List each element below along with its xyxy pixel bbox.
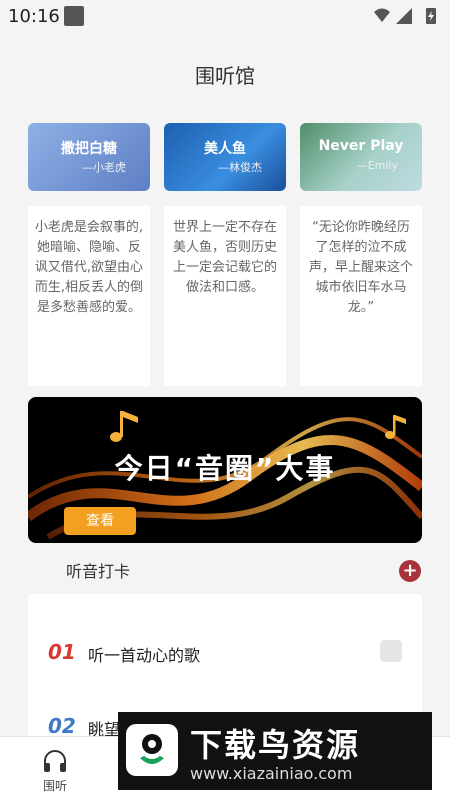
notification-icon bbox=[64, 6, 84, 26]
card-quote: 世界上一定不存在美人鱼，否则历史上一定会记载它的做法和口感。 bbox=[164, 206, 286, 386]
signal-icon bbox=[396, 8, 412, 24]
plus-icon: + bbox=[402, 560, 418, 581]
headphones-icon bbox=[44, 750, 66, 772]
music-note-icon bbox=[110, 411, 138, 442]
card-artist: —Emily bbox=[356, 159, 398, 172]
checkin-title: 听音打卡 bbox=[66, 562, 131, 581]
view-button[interactable]: 查看 bbox=[64, 507, 136, 535]
card-title: 撒把白糖 bbox=[61, 141, 117, 157]
card-banner[interactable]: 撒把白糖 —小老虎 bbox=[28, 123, 150, 191]
card-title: Never Play bbox=[318, 138, 404, 154]
card-quote: “无论你昨晚经历了怎样的泣不成声，早上醒来这个城市依旧车水马龙。” bbox=[300, 206, 422, 386]
card-artist: —林俊杰 bbox=[218, 161, 262, 174]
hero-banner[interactable]: 今日“音圈”大事 查看 bbox=[28, 397, 422, 543]
add-task-button[interactable]: + bbox=[399, 560, 421, 582]
status-bar: 10:16 bbox=[0, 0, 450, 30]
wifi-icon bbox=[374, 8, 390, 22]
page-title: 围听馆 bbox=[195, 64, 255, 88]
task-number: 02 bbox=[48, 714, 76, 738]
card-title: 美人鱼 bbox=[204, 141, 246, 157]
task-text: 听一首动心的歌 bbox=[88, 646, 201, 665]
status-time: 10:16 bbox=[8, 6, 60, 27]
tab-weiting[interactable]: 围听 bbox=[30, 745, 80, 795]
bird-logo-icon bbox=[140, 734, 164, 764]
card-banner[interactable]: Never Play —Emily bbox=[300, 123, 422, 191]
status-icons bbox=[374, 8, 436, 24]
task-row[interactable]: 01 听一首动心的歌 bbox=[28, 632, 422, 672]
task-number: 01 bbox=[48, 640, 76, 664]
card-quote: 小老虎是会叙事的,她暗喻、隐喻、反讽又借代,欲望由心而生,相反丢人的倒是多愁善感… bbox=[28, 206, 150, 386]
song-card-row: 撒把白糖 —小老虎 小老虎是会叙事的,她暗喻、隐喻、反讽又借代,欲望由心而生,相… bbox=[28, 123, 422, 387]
hero-title: 今日“音圈”大事 bbox=[114, 452, 336, 485]
watermark-logo bbox=[126, 724, 178, 776]
card-artist: —小老虎 bbox=[82, 161, 126, 174]
watermark-overlay: 下载鸟资源 www.xiazainiao.com bbox=[118, 712, 432, 790]
task-checkbox[interactable] bbox=[380, 640, 402, 662]
watermark-text: 下载鸟资源 bbox=[190, 726, 361, 764]
card-banner[interactable]: 美人鱼 —林俊杰 bbox=[164, 123, 286, 191]
watermark-url: www.xiazainiao.com bbox=[190, 764, 353, 783]
tab-label: 围听 bbox=[42, 779, 67, 793]
